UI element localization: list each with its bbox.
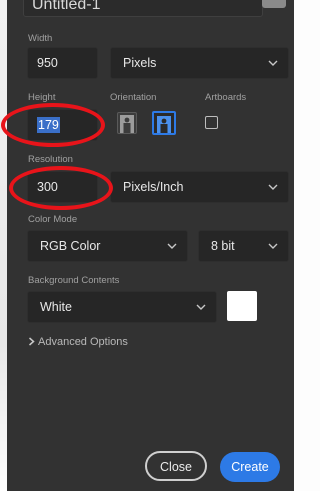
- resolution-unit-value: Pixels/Inch: [123, 180, 184, 194]
- artboards-label: Artboards: [205, 92, 247, 103]
- advanced-options-toggle[interactable]: Advanced Options: [28, 336, 128, 348]
- resolution-input[interactable]: 300: [27, 171, 98, 203]
- color-mode-value: RGB Color: [40, 239, 101, 253]
- chevron-down-icon: [267, 231, 279, 261]
- chevron-down-icon: [267, 48, 279, 78]
- chevron-down-icon: [195, 292, 207, 322]
- color-mode-select[interactable]: RGB Color: [27, 230, 188, 262]
- close-button[interactable]: Close: [145, 451, 207, 481]
- landscape-orientation-button[interactable]: [152, 111, 176, 135]
- resolution-label: Resolution: [28, 154, 73, 165]
- right-background-strip: [294, 0, 307, 491]
- background-color-swatch[interactable]: [227, 291, 257, 321]
- chevron-right-icon: [29, 337, 35, 346]
- height-label: Height: [28, 92, 56, 103]
- document-name-field[interactable]: Untitled-1: [23, 0, 263, 17]
- chevron-down-icon: [267, 172, 279, 202]
- portrait-icon: [120, 115, 134, 133]
- orientation-label: Orientation: [110, 92, 157, 103]
- chevron-down-icon: [166, 231, 178, 261]
- width-unit-value: Pixels: [123, 56, 157, 70]
- background-contents-select[interactable]: White: [27, 291, 217, 323]
- artboards-checkbox[interactable]: [205, 116, 218, 129]
- width-unit-select[interactable]: Pixels: [110, 47, 289, 79]
- resolution-unit-select[interactable]: Pixels/Inch: [110, 171, 289, 203]
- bit-depth-value: 8 bit: [211, 239, 235, 253]
- left-background-strip: [0, 0, 7, 491]
- bit-depth-select[interactable]: 8 bit: [198, 230, 289, 262]
- portrait-orientation-button[interactable]: [117, 112, 137, 134]
- advanced-options-label: Advanced Options: [38, 336, 128, 348]
- landscape-icon: [157, 116, 171, 133]
- background-contents-value: White: [40, 300, 72, 314]
- create-button[interactable]: Create: [220, 452, 280, 482]
- height-input[interactable]: 179: [27, 109, 98, 141]
- save-preset-button[interactable]: [262, 0, 286, 8]
- background-contents-label: Background Contents: [28, 275, 120, 286]
- height-value-selected: 179: [37, 117, 60, 133]
- color-mode-label: Color Mode: [28, 214, 78, 225]
- width-label: Width: [28, 33, 53, 44]
- width-input[interactable]: 950: [27, 47, 98, 79]
